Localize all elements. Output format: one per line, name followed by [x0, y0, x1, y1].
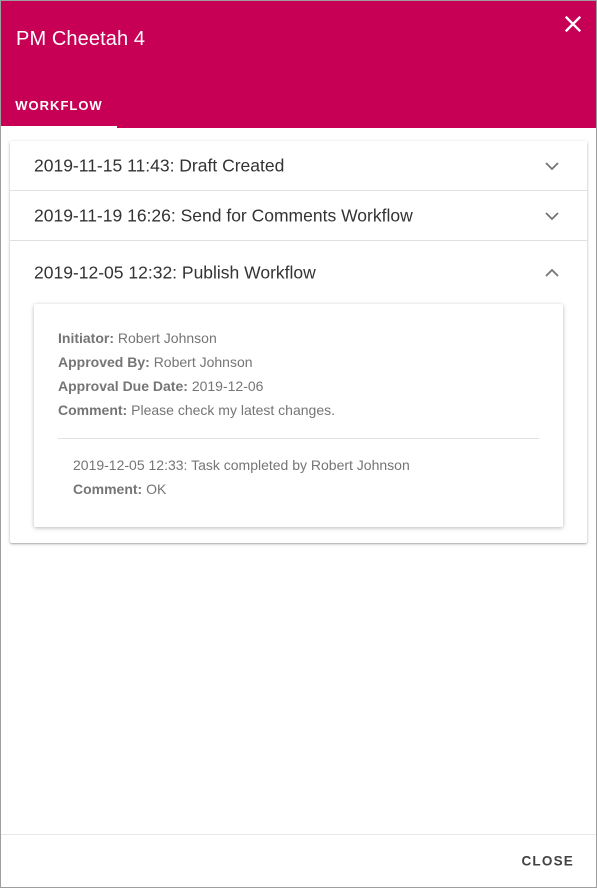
- workflow-accordion: 2019-11-15 11:43: Draft Created 2019-11-…: [10, 141, 587, 543]
- close-button[interactable]: CLOSE: [521, 854, 574, 869]
- initiator-row: Initiator: Robert Johnson: [58, 326, 539, 350]
- accordion-item-publish-workflow[interactable]: 2019-12-05 12:32: Publish Workflow: [10, 241, 587, 304]
- dialog-header: PM Cheetah 4 WORKFLOW: [1, 1, 596, 128]
- accordion-item-title: 2019-11-19 16:26: Send for Comments Work…: [34, 205, 413, 225]
- due-date-row: Approval Due Date: 2019-12-06: [58, 374, 539, 398]
- divider: [58, 438, 539, 439]
- task-text: 2019-12-05 12:33: Task completed by Robe…: [73, 457, 410, 473]
- task-comment-value: OK: [146, 481, 167, 497]
- close-icon[interactable]: [562, 13, 584, 35]
- tab-workflow[interactable]: WORKFLOW: [1, 82, 117, 128]
- task-comment-label: Comment:: [73, 481, 143, 497]
- tab-workflow-label: WORKFLOW: [15, 97, 103, 113]
- dialog-footer: CLOSE: [1, 834, 596, 887]
- chevron-down-icon: [545, 161, 559, 170]
- accordion-item-title: 2019-12-05 12:32: Publish Workflow: [34, 262, 316, 282]
- task-entry: 2019-12-05 12:33: Task completed by Robe…: [58, 453, 539, 501]
- dialog-title: PM Cheetah 4: [16, 28, 146, 50]
- accordion-item-draft-created[interactable]: 2019-11-15 11:43: Draft Created: [10, 141, 587, 191]
- chevron-up-icon: [545, 268, 559, 277]
- approved-by-row: Approved By: Robert Johnson: [58, 350, 539, 374]
- comment-label: Comment:: [58, 402, 128, 418]
- comment-row: Comment: Please check my latest changes.: [58, 398, 539, 422]
- workflow-details-card: Initiator: Robert Johnson Approved By: R…: [34, 304, 563, 527]
- due-date-value: 2019-12-06: [191, 378, 264, 394]
- initiator-label: Initiator:: [58, 330, 114, 346]
- comment-value: Please check my latest changes.: [131, 402, 336, 418]
- task-comment-row: Comment: OK: [73, 477, 539, 501]
- workflow-dialog: PM Cheetah 4 WORKFLOW 2019-11-15 11:43: …: [0, 0, 597, 888]
- publish-workflow-body: Initiator: Robert Johnson Approved By: R…: [10, 304, 587, 543]
- chevron-down-icon: [545, 211, 559, 220]
- dialog-content: 2019-11-15 11:43: Draft Created 2019-11-…: [1, 128, 596, 835]
- approved-by-value: Robert Johnson: [153, 354, 253, 370]
- due-date-label: Approval Due Date:: [58, 378, 188, 394]
- initiator-value: Robert Johnson: [117, 330, 217, 346]
- approved-by-label: Approved By:: [58, 354, 150, 370]
- accordion-item-send-for-comments[interactable]: 2019-11-19 16:26: Send for Comments Work…: [10, 191, 587, 241]
- accordion-item-title: 2019-11-15 11:43: Draft Created: [34, 155, 285, 175]
